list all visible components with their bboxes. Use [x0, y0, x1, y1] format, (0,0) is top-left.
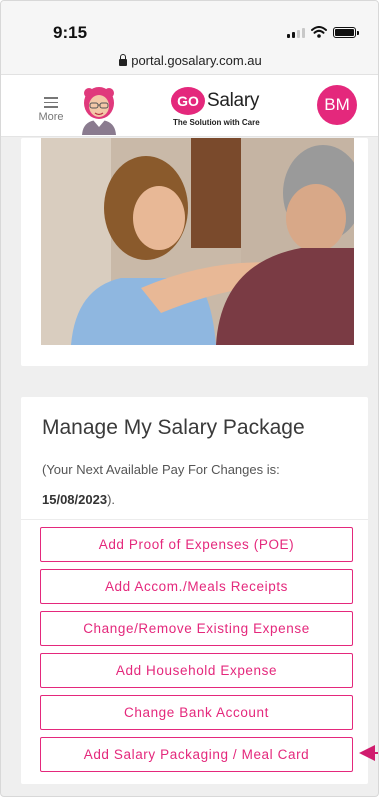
- hamburger-icon: [44, 97, 58, 108]
- next-pay-note-prefix: (Your Next Available Pay For Changes is:: [42, 462, 280, 477]
- logo-tagline: The Solution with Care: [173, 118, 260, 127]
- add-salary-packaging-meal-card-button[interactable]: Add Salary Packaging / Meal Card: [40, 737, 353, 772]
- next-pay-note: (Your Next Available Pay For Changes is:…: [42, 455, 352, 515]
- manage-package-card: Manage My Salary Package (Your Next Avai…: [21, 397, 368, 784]
- app-header: More GO Salary The Solution with Care BM: [1, 75, 378, 137]
- divider: [21, 519, 368, 520]
- next-pay-date: 15/08/2023: [42, 492, 108, 507]
- address-bar[interactable]: portal.gosalary.com.au: [1, 47, 378, 75]
- logo-wordmark: Salary: [207, 90, 260, 111]
- add-household-expense-button[interactable]: Add Household Expense: [40, 653, 353, 688]
- status-time: 9:15: [53, 23, 88, 42]
- url-text: portal.gosalary.com.au: [131, 53, 262, 68]
- status-bar: 9:15: [1, 1, 378, 47]
- add-proof-of-expenses-button[interactable]: Add Proof of Expenses (POE): [40, 527, 353, 562]
- add-accom-meals-receipts-button[interactable]: Add Accom./Meals Receipts: [40, 569, 353, 604]
- cellular-signal-icon: [287, 27, 305, 38]
- change-remove-expense-button[interactable]: Change/Remove Existing Expense: [40, 611, 353, 646]
- assistant-character-illustration: [82, 87, 116, 135]
- hero-photo: [41, 138, 354, 345]
- more-menu-label: More: [38, 110, 64, 123]
- next-pay-note-suffix: ).: [107, 492, 116, 507]
- user-avatar[interactable]: BM: [317, 85, 357, 125]
- phone-screen: 9:15 portal.gosalary.com.au More GO Sala…: [0, 0, 379, 797]
- battery-icon: [333, 27, 359, 38]
- status-icons: [287, 26, 359, 38]
- change-bank-account-button[interactable]: Change Bank Account: [40, 695, 353, 730]
- pointer-arrow-tail: [373, 752, 378, 754]
- gosalary-logo[interactable]: GO Salary The Solution with Care: [171, 87, 271, 127]
- wifi-icon: [311, 26, 327, 38]
- manage-package-title: Manage My Salary Package: [42, 416, 305, 439]
- more-menu-button[interactable]: More: [31, 97, 71, 123]
- logo-go-badge: GO: [171, 87, 205, 115]
- lock-icon: [119, 53, 128, 66]
- hero-image-card: [21, 138, 368, 366]
